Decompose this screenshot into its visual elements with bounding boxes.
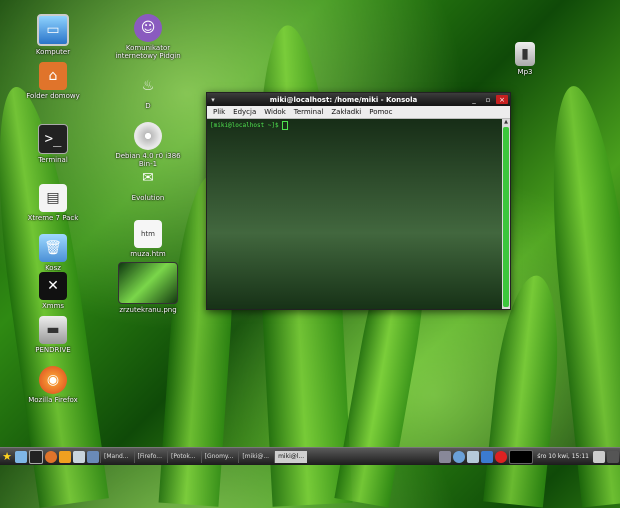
desktop-icon-komputer[interactable]: ▭ Komputer bbox=[15, 14, 91, 56]
html-file-icon: htm bbox=[134, 220, 162, 248]
terminal-icon: >_ bbox=[38, 124, 68, 154]
desktop-icon-screenshot[interactable]: zrzutekranu.png bbox=[110, 262, 186, 314]
star-menu-icon[interactable]: ★ bbox=[1, 450, 13, 463]
desktop-icon-label: Komunikator internetowy Pidgin bbox=[115, 44, 181, 60]
desktop-icon-label: Mp3 bbox=[517, 68, 533, 76]
window-menu-icon[interactable]: ▾ bbox=[207, 96, 219, 104]
desktop-icon-d[interactable]: ♨ D bbox=[110, 72, 186, 110]
desktop-icon-terminal[interactable]: >_ Terminal bbox=[15, 124, 91, 164]
terminal-area[interactable]: [miki@localhost ~]$ bbox=[207, 119, 502, 309]
desktop-icon-firefox[interactable]: ◉ Mozilla Firefox bbox=[15, 366, 91, 404]
taskbar: ★ [Mand... [Firefo... [Potok... [Gnomy..… bbox=[0, 447, 620, 465]
taskbar-task[interactable]: [Gnomy... bbox=[200, 450, 237, 463]
app-launcher-icon[interactable] bbox=[59, 450, 71, 463]
desktop-icon-xmms[interactable]: ✕ Xmms bbox=[15, 272, 91, 310]
konsole-window[interactable]: ▾ miki@localhost: /home/miki - Konsola _… bbox=[206, 92, 511, 310]
menu-zakladki[interactable]: Zakładki bbox=[331, 108, 361, 116]
tray-network-icon[interactable] bbox=[439, 450, 452, 463]
shell-prompt: [miki@localhost ~]$ bbox=[210, 122, 283, 129]
taskbar-task[interactable]: [Potok... bbox=[166, 450, 199, 463]
desktop-icon-label: Evolution bbox=[131, 194, 165, 202]
terminal-launcher-icon[interactable] bbox=[29, 449, 43, 464]
scrollbar[interactable]: ▲ bbox=[502, 119, 510, 309]
menubar: Plik Edycja Widok Terminal Zakładki Pomo… bbox=[207, 106, 510, 119]
minimize-icon[interactable]: _ bbox=[468, 95, 480, 104]
menu-widok[interactable]: Widok bbox=[264, 108, 286, 116]
menu-edycja[interactable]: Edycja bbox=[233, 108, 256, 116]
lamp-icon: ♨ bbox=[141, 78, 155, 94]
tray-volume-icon[interactable] bbox=[593, 450, 605, 463]
evolution-icon: ✉ bbox=[142, 170, 154, 186]
taskbar-task[interactable]: [Firefo... bbox=[133, 450, 165, 463]
desktop-icon-debian-cd[interactable]: Debian 4.0 r0 i386 Bin-1 bbox=[110, 122, 186, 168]
pidgin-icon: ☺ bbox=[134, 14, 162, 42]
home-launcher-icon[interactable] bbox=[73, 450, 85, 463]
desktop-icon-label: zrzutekranu.png bbox=[119, 306, 177, 314]
desktop-icon-pendrive[interactable]: ▬ PENDRIVE bbox=[15, 316, 91, 354]
desktop-icon-muza[interactable]: htm muza.htm bbox=[110, 220, 186, 258]
desktop-icon-label: Xtreme 7 Pack bbox=[27, 214, 79, 222]
desktop-icon-evolution[interactable]: ✉ Evolution bbox=[110, 164, 186, 202]
tray-cpu-monitor-icon bbox=[509, 449, 534, 464]
tray-power-icon[interactable] bbox=[607, 450, 619, 463]
text-cursor bbox=[282, 121, 289, 130]
tray-update-icon[interactable] bbox=[481, 450, 494, 463]
desktop-icon-label: Mozilla Firefox bbox=[28, 396, 78, 404]
menu-terminal[interactable]: Terminal bbox=[294, 108, 324, 116]
desktop-icon-label: muza.htm bbox=[130, 250, 166, 258]
document-icon: ▤ bbox=[39, 184, 67, 212]
image-thumbnail-icon bbox=[118, 262, 178, 304]
desktop-icon-label: Folder domowy bbox=[26, 92, 80, 100]
trash-icon: 🗑 bbox=[39, 234, 67, 262]
computer-icon: ▭ bbox=[37, 14, 69, 46]
tray-mail-icon[interactable] bbox=[467, 450, 480, 463]
menu-pomoc[interactable]: Pomoc bbox=[369, 108, 392, 116]
window-title: miki@localhost: /home/miki - Konsola bbox=[269, 95, 418, 104]
clock[interactable]: śro 10 kwi, 15:11 bbox=[537, 453, 589, 460]
drive-icon: ▬ bbox=[39, 316, 67, 344]
desktop-icon-mp3[interactable]: ▮ Mp3 bbox=[487, 42, 563, 76]
usb-drive-icon: ▮ bbox=[515, 42, 535, 66]
tray-alert-icon[interactable] bbox=[495, 450, 508, 463]
desktop-icon-label: Xmms bbox=[41, 302, 65, 310]
window-titlebar[interactable]: ▾ miki@localhost: /home/miki - Konsola _… bbox=[207, 93, 510, 106]
desktop-icon-label: Kosz bbox=[45, 264, 61, 272]
cdrom-icon bbox=[134, 122, 162, 150]
system-tray: śro 10 kwi, 15:11 bbox=[438, 449, 620, 464]
home-folder-icon: ⌂ bbox=[39, 62, 67, 90]
desktop-icon-pidgin[interactable]: ☺ Komunikator internetowy Pidgin bbox=[110, 14, 186, 60]
xmms-icon: ✕ bbox=[39, 272, 67, 300]
firefox-icon: ◉ bbox=[39, 366, 67, 394]
desktop-icon-label: PENDRIVE bbox=[35, 346, 71, 354]
scrollbar-thumb[interactable] bbox=[503, 127, 509, 307]
desktop-icon-folder-domowy[interactable]: ⌂ Folder domowy bbox=[15, 62, 91, 100]
close-icon[interactable]: × bbox=[496, 95, 508, 104]
firefox-launcher-icon[interactable] bbox=[45, 450, 57, 463]
taskbar-task[interactable]: [miki@... bbox=[238, 450, 272, 463]
taskbar-task[interactable]: [Mand... bbox=[100, 450, 132, 463]
desktop-icon-label: Terminal bbox=[38, 156, 68, 164]
desktop-icon-kosz[interactable]: 🗑 Kosz bbox=[15, 234, 91, 272]
desktop-icon-xtreme[interactable]: ▤ Xtreme 7 Pack bbox=[15, 184, 91, 222]
menu-plik[interactable]: Plik bbox=[213, 108, 225, 116]
maximize-icon[interactable]: ▫ bbox=[482, 95, 494, 104]
network-launcher-icon[interactable] bbox=[87, 450, 99, 463]
desktop-icon-label: D bbox=[145, 102, 151, 110]
show-desktop-icon[interactable] bbox=[15, 450, 27, 463]
scroll-up-icon[interactable]: ▲ bbox=[502, 119, 510, 126]
desktop-icon-label: Komputer bbox=[35, 48, 71, 56]
tray-search-icon[interactable] bbox=[453, 450, 466, 463]
taskbar-task-active[interactable]: miki@l... bbox=[274, 450, 308, 463]
